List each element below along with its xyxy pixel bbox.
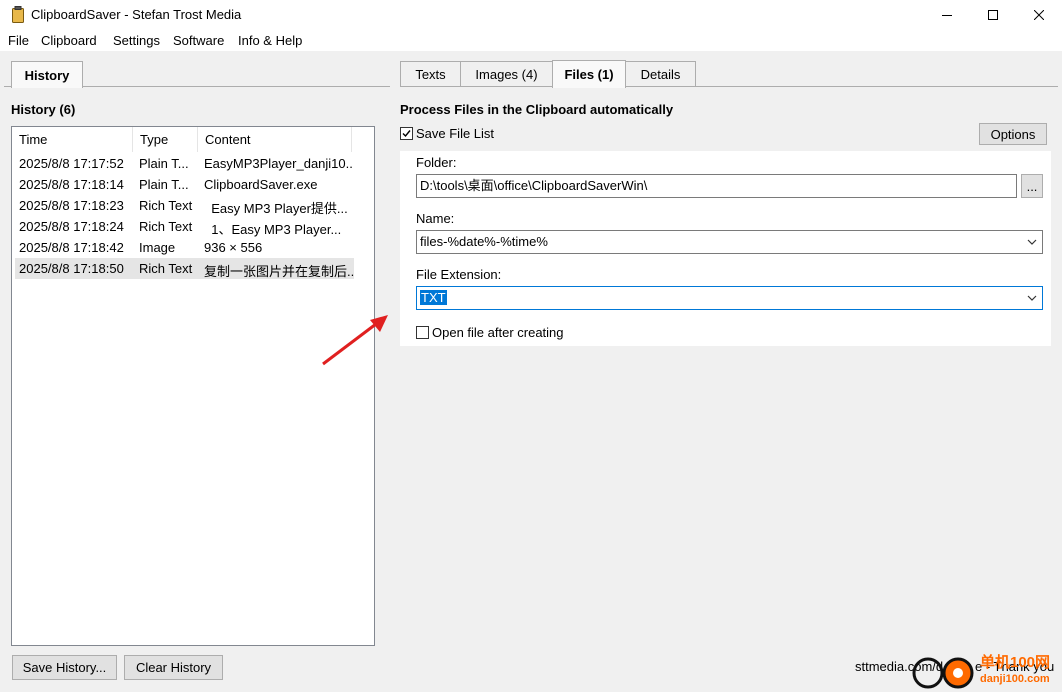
right-tab-baseline — [400, 86, 1058, 87]
checkmark-icon — [402, 130, 411, 138]
cell-content: 复制一张图片并在复制后... — [204, 264, 354, 279]
tab-texts[interactable]: Texts — [400, 61, 461, 86]
watermark-domain-text: danji100.com — [980, 673, 1050, 685]
cell-time: 2025/8/8 17:18:14 — [19, 177, 124, 192]
clipboard-app-icon — [12, 6, 24, 23]
table-row[interactable]: 2025/8/8 17:18:24 Rich Text 1、Easy MP3 P… — [15, 216, 354, 237]
options-button[interactable]: Options — [979, 123, 1047, 145]
cell-content: ClipboardSaver.exe — [204, 177, 318, 192]
close-icon — [1034, 10, 1044, 20]
maximize-icon — [988, 10, 998, 20]
table-row-selected[interactable]: 2025/8/8 17:18:50 Rich Text 复制一张图片并在复制后.… — [15, 258, 354, 279]
open-after-checkbox[interactable] — [416, 326, 429, 339]
cell-time: 2025/8/8 17:18:50 — [19, 261, 124, 276]
name-combobox[interactable]: files-%date%-%time% — [416, 230, 1043, 254]
tab-history[interactable]: History — [11, 61, 83, 88]
name-label: Name: — [416, 211, 455, 226]
tab-images[interactable]: Images (4) — [460, 61, 553, 86]
folder-label: Folder: — [416, 155, 457, 170]
chevron-down-icon[interactable] — [1026, 236, 1038, 248]
files-heading: Process Files in the Clipboard automatic… — [400, 102, 674, 117]
cell-type: Rich Text — [139, 219, 193, 234]
name-value: files-%date%-%time% — [420, 234, 548, 249]
menu-software[interactable]: Software — [173, 33, 224, 48]
file-extension-label: File Extension: — [416, 267, 502, 282]
minimize-icon — [942, 15, 952, 16]
cell-time: 2025/8/8 17:18:42 — [19, 240, 124, 255]
minimize-button[interactable] — [924, 0, 970, 30]
menu-file[interactable]: File — [8, 33, 29, 48]
column-content[interactable]: Content — [198, 127, 352, 152]
cell-content: Easy MP3 Player提供... — [204, 201, 348, 216]
open-after-label[interactable]: Open file after creating — [432, 325, 564, 340]
file-extension-combobox[interactable]: TXT — [416, 286, 1043, 310]
cell-time: 2025/8/8 17:18:24 — [19, 219, 124, 234]
save-file-list-label[interactable]: Save File List — [416, 126, 494, 141]
folder-field[interactable]: D:\tools\桌面\office\ClipboardSaverWin\ — [416, 174, 1017, 198]
menu-bar: File Clipboard Settings Software Info & … — [0, 30, 1062, 51]
save-history-button[interactable]: Save History... — [12, 655, 117, 680]
file-extension-value: TXT — [420, 290, 447, 305]
cell-type: Rich Text — [139, 261, 193, 276]
table-row[interactable]: 2025/8/8 17:18:23 Rich Text Easy MP3 Pla… — [15, 195, 354, 216]
close-button[interactable] — [1016, 0, 1062, 30]
red-arrow-annotation — [322, 315, 388, 366]
cell-type: Image — [139, 240, 176, 255]
title-bar: ClipboardSaver - Stefan Trost Media — [0, 0, 1062, 30]
cell-content: EasyMP3Player_danji10... — [204, 156, 354, 171]
history-list-header: Time Type Content — [12, 127, 352, 152]
cell-content: 936 × 556 — [204, 240, 263, 255]
save-file-list-checkbox[interactable] — [400, 127, 413, 140]
menu-clipboard[interactable]: Clipboard — [41, 33, 97, 48]
tab-files[interactable]: Files (1) — [552, 60, 626, 88]
cell-time: 2025/8/8 17:18:23 — [19, 198, 124, 213]
table-row[interactable]: 2025/8/8 17:18:42 Image 936 × 556 — [15, 237, 354, 258]
cell-type: Rich Text — [139, 198, 193, 213]
column-type[interactable]: Type — [133, 127, 198, 152]
clear-history-button[interactable]: Clear History — [124, 655, 223, 680]
menu-info-help[interactable]: Info & Help — [238, 33, 302, 48]
chevron-down-icon[interactable] — [1026, 292, 1038, 304]
menu-settings[interactable]: Settings — [113, 33, 160, 48]
table-row[interactable]: 2025/8/8 17:18:14 Plain T... ClipboardSa… — [15, 174, 354, 195]
browse-folder-button[interactable]: ... — [1021, 174, 1043, 198]
window-title: ClipboardSaver - Stefan Trost Media — [31, 7, 242, 22]
history-list[interactable]: Time Type Content 2025/8/8 17:17:52 Plai… — [11, 126, 375, 646]
watermark-cn-text: 单机100网 — [980, 654, 1051, 671]
maximize-button[interactable] — [970, 0, 1016, 30]
cell-type: Plain T... — [139, 177, 189, 192]
cell-time: 2025/8/8 17:17:52 — [19, 156, 124, 171]
watermark-logo — [912, 657, 974, 689]
column-time[interactable]: Time — [12, 127, 133, 152]
cell-content: 1、Easy MP3 Player... — [204, 222, 342, 237]
tab-details[interactable]: Details — [625, 61, 696, 86]
table-row[interactable]: 2025/8/8 17:17:52 Plain T... EasyMP3Play… — [15, 153, 354, 174]
history-heading: History (6) — [11, 102, 76, 117]
cell-type: Plain T... — [139, 156, 189, 171]
